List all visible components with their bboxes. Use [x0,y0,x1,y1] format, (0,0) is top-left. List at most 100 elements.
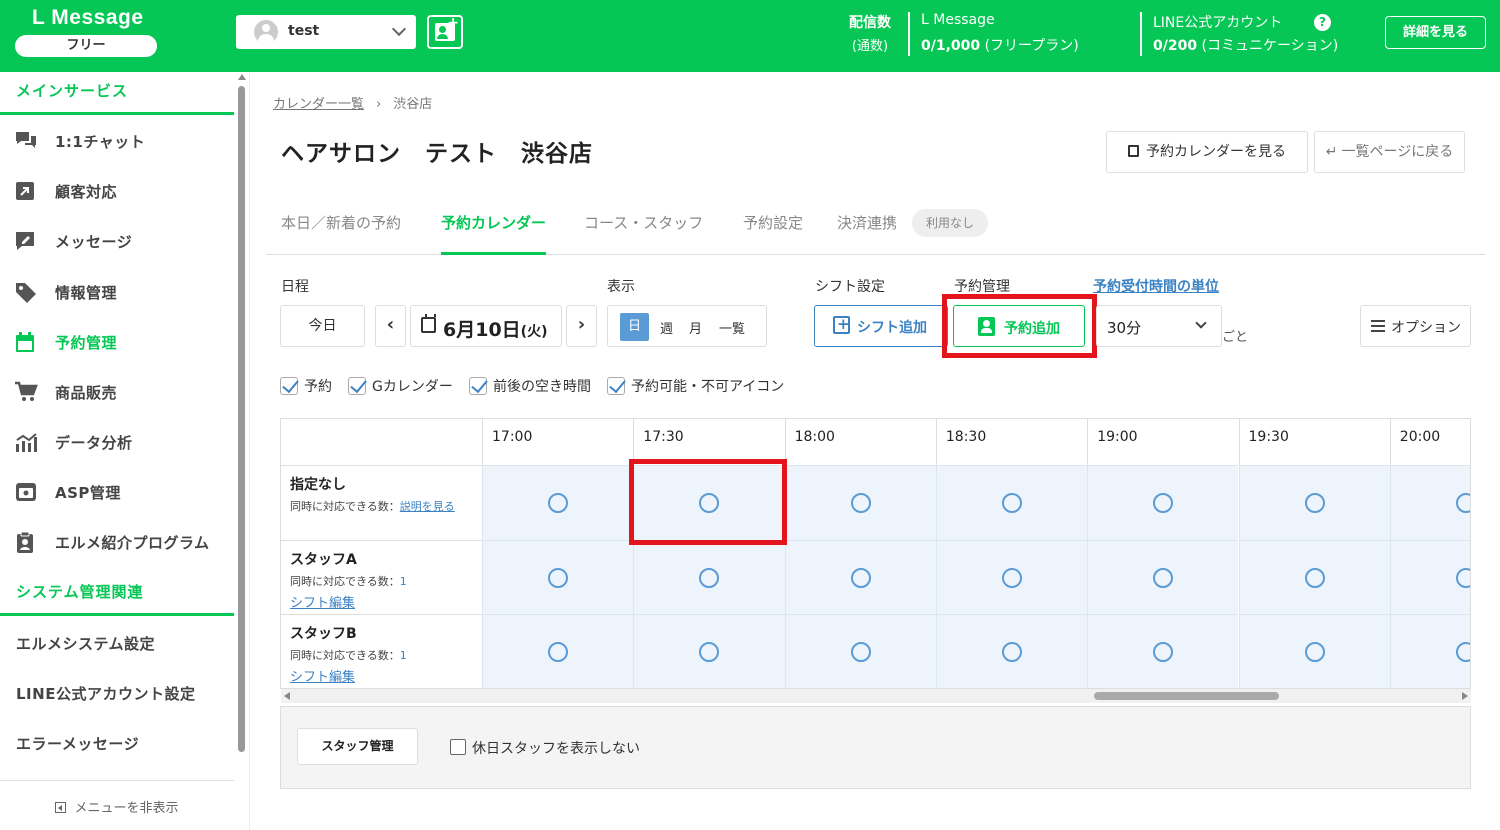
tab-today[interactable]: 本日／新着の予約 [281,212,401,255]
edit-shift-link[interactable]: シフト編集 [290,666,482,685]
tag-icon [16,283,36,303]
sidebar-item-customer[interactable]: 顧客対応 [0,172,234,212]
sidebar-item-line-settings[interactable]: LINE公式アカウント設定 [16,683,195,704]
time-unit-select[interactable]: 30分 [1096,305,1222,347]
time-slot-cell[interactable] [1238,539,1390,615]
time-slot-cell[interactable] [1389,614,1470,688]
current-date-weekday: (火) [520,324,548,340]
divider [0,613,234,616]
time-column-header: 17:00 [482,419,634,465]
time-unit-link[interactable]: 予約受付時間の単位 [1093,276,1219,296]
time-slot-cell[interactable] [784,614,936,688]
filter-label: Gカレンダー [372,379,453,395]
tab-reservation-calendar[interactable]: 予約カレンダー [441,212,547,255]
capacity-label: 同時に対応できる数： [290,500,400,513]
time-slot-cell[interactable] [482,465,634,540]
add-account-button[interactable]: + [427,15,463,49]
date-picker[interactable]: 6月10日(火) [410,305,562,347]
time-slot-cell[interactable] [784,465,936,540]
detail-button[interactable]: 詳細を見る [1385,16,1486,49]
capacity-help-link[interactable]: 説明を見る [400,500,455,513]
hide-holiday-staff-label: 休日スタッフを表示しない [472,741,640,757]
time-slot-cell[interactable] [1087,465,1239,540]
sidebar-item-system-settings[interactable]: エルメシステム設定 [16,633,155,654]
sidebar-item-chat[interactable]: 1:1チャット [0,122,234,162]
sidebar-item-reservation[interactable]: 予約管理 [0,323,234,363]
prev-day-button[interactable]: ‹ [375,305,406,347]
time-slot-cell[interactable] [482,614,634,688]
sidebar-item-label: ASP管理 [55,484,121,502]
top-bar: L Message フリー test + 配信数 (通数) L Message … [0,0,1500,72]
account-select[interactable]: test [236,15,416,49]
time-slot-cell[interactable] [633,539,785,615]
options-label: オプション [1391,320,1461,336]
checkbox-unchecked-icon [450,739,466,755]
view-list-button[interactable]: 一覧 [719,318,745,337]
sidebar-item-message[interactable]: メッセージ [0,222,234,262]
available-circle-icon [1001,493,1022,513]
next-day-button[interactable]: › [566,305,597,347]
filter-label: 予約 [304,379,332,395]
view-calendar-button[interactable]: 予約カレンダーを見る [1106,131,1308,173]
grid-horizontal-scrollbar[interactable] [281,689,1471,703]
options-button[interactable]: オプション [1360,305,1471,347]
scroll-thumb[interactable] [1094,692,1279,700]
tab-reservation-settings[interactable]: 予約設定 [743,212,803,255]
sidebar-item-label: 情報管理 [55,284,118,302]
staff-management-button[interactable]: スタッフ管理 [297,728,418,765]
today-button[interactable]: 今日 [280,305,365,347]
view-switcher: 日 週 月 一覧 [607,305,767,347]
time-slot-cell[interactable] [1087,614,1239,688]
time-slot-cell[interactable] [1389,465,1470,540]
sidebar-item-analytics[interactable]: データ分析 [0,423,234,463]
scroll-right-arrow[interactable] [1462,692,1468,700]
sidebar-item-sales[interactable]: 商品販売 [0,373,234,413]
available-circle-icon [1153,493,1174,513]
time-slot-cell[interactable] [935,465,1088,540]
highlight-box [629,459,787,545]
view-month-button[interactable]: 月 [689,318,702,337]
sidebar-scrollbar[interactable] [238,86,245,752]
sidebar-item-label: エルメ紹介プログラム [55,534,210,552]
calendar-icon [16,332,34,352]
edit-shift-link[interactable]: シフト編集 [290,592,482,611]
time-slot-cell[interactable] [1238,465,1390,540]
scroll-up-arrow[interactable] [238,74,246,80]
sidebar: メインサービス 1:1チャット 顧客対応 メッセージ 情報管理 予約管理 商品販… [0,72,250,830]
time-slot-cell[interactable] [935,614,1088,688]
avatar-icon [254,20,278,44]
time-slot-cell[interactable] [1087,539,1239,615]
sidebar-item-error-messages[interactable]: エラーメッセージ [16,733,139,754]
logo[interactable]: L Message [32,6,144,30]
time-slot-cell[interactable] [935,539,1088,615]
available-circle-icon [1304,567,1325,588]
sidebar-section-system: システム管理関連 [16,583,144,601]
tab-course-staff[interactable]: コース・スタッフ [584,212,703,255]
tab-payment[interactable]: 決済連携 [837,212,897,255]
scroll-left-arrow[interactable] [284,692,290,700]
time-slot-cell[interactable] [1389,539,1470,615]
sidebar-item-label: データ分析 [55,434,133,452]
clipboard-icon [17,531,33,553]
time-slot-cell[interactable] [482,539,634,615]
time-slot-cell[interactable] [633,614,785,688]
plan-badge: フリー [15,35,157,57]
sidebar-item-referral[interactable]: エルメ紹介プログラム [0,523,234,563]
view-day-button[interactable]: 日 [620,313,649,341]
breadcrumb-calendar-list[interactable]: カレンダー一覧 [273,97,364,112]
plus-icon: + [447,15,459,31]
add-shift-button[interactable]: シフト追加 [814,305,948,347]
sidebar-item-asp[interactable]: ASP管理 [0,473,234,513]
calendar-plus-icon [833,315,850,334]
time-unit-value: 30分 [1107,319,1142,337]
help-icon[interactable]: ? [1314,14,1331,31]
hide-menu-button[interactable]: メニューを非表示 [0,780,234,830]
view-week-button[interactable]: 週 [660,318,673,337]
highlight-box [942,294,1097,358]
sidebar-item-info[interactable]: 情報管理 [0,273,234,313]
time-slot-cell[interactable] [1238,614,1390,688]
back-to-list-button[interactable]: ↵ 一覧ページに戻る [1314,131,1465,173]
staff-row-label: スタッフA 同時に対応できる数：1 シフト編集 [281,539,482,615]
time-slot-cell[interactable] [784,539,936,615]
chart-icon [16,433,37,452]
